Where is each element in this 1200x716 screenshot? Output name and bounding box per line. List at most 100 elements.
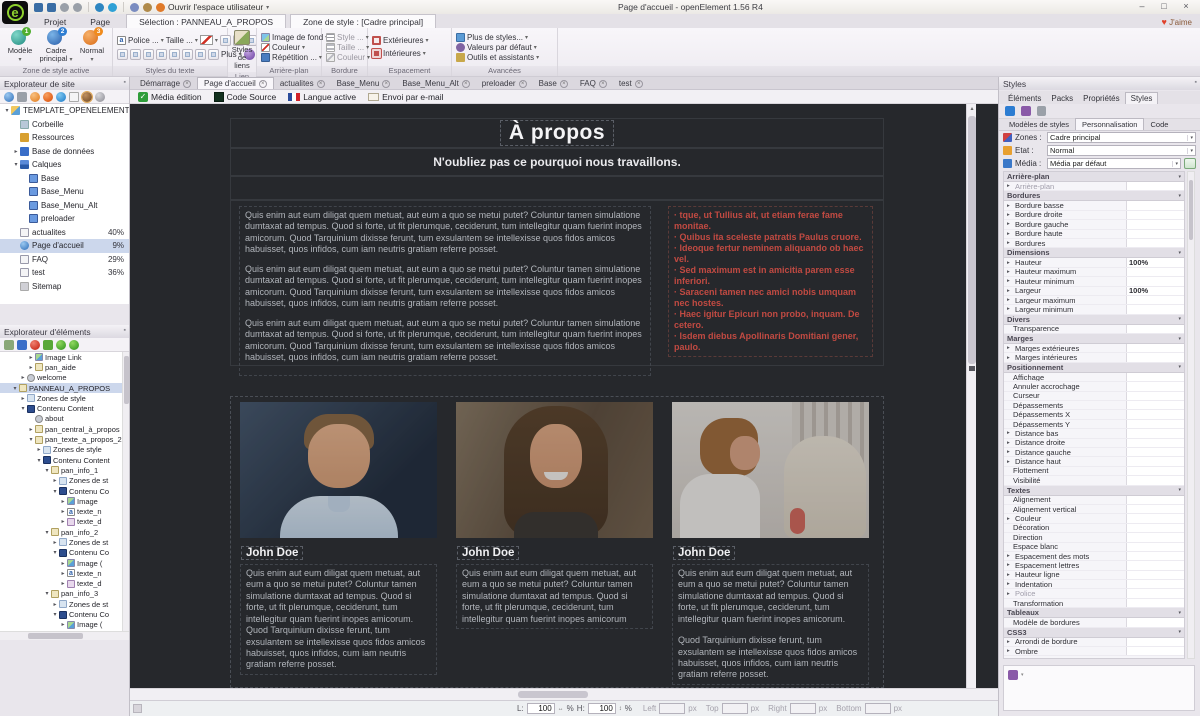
style-prop-value[interactable] xyxy=(1126,410,1184,418)
close-tab-icon[interactable]: × xyxy=(259,80,267,88)
style-prop-bordure-droite[interactable]: ▸Bordure droite xyxy=(1004,211,1184,220)
style-prop-largeur-maximum[interactable]: ▸Largeur maximum xyxy=(1004,296,1184,305)
style-prop-value[interactable] xyxy=(1126,476,1184,484)
about-bullet-list[interactable]: tque, ut Tullius ait, ut etiam ferae fam… xyxy=(668,206,873,357)
style-group-marges[interactable]: Marges▾ xyxy=(1004,334,1184,344)
team-description[interactable]: Quis enim aut eum diligat quem metuat, a… xyxy=(456,564,653,629)
expand-icon[interactable]: ▸ xyxy=(1007,553,1013,559)
style-prop-value[interactable] xyxy=(1126,353,1184,361)
style-prop-value[interactable] xyxy=(1126,296,1184,304)
expand-icon[interactable]: ▸ xyxy=(1007,648,1013,654)
collapse-icon[interactable]: ▾ xyxy=(1178,193,1181,199)
style-prop-value[interactable] xyxy=(1126,439,1184,447)
tree-item-panneau-a-propos[interactable]: ▾PANNEAU_A_PROPOS xyxy=(0,383,129,393)
collapse-icon[interactable]: ▾ xyxy=(1178,610,1181,616)
expand-icon[interactable]: ▸ xyxy=(1007,203,1013,209)
width-spinner[interactable]: ↔ xyxy=(558,706,564,712)
expand-icon[interactable]: ▸ xyxy=(1007,581,1013,587)
style-group-css3[interactable]: CSS3▾ xyxy=(1004,628,1184,638)
save-all-icon[interactable] xyxy=(47,3,56,12)
style-prop-espacement-lettres[interactable]: ▸Espacement lettres xyxy=(1004,561,1184,570)
tree-item-image[interactable]: ▸Image xyxy=(0,496,129,506)
left-input[interactable] xyxy=(659,703,685,714)
orange-icon[interactable] xyxy=(30,92,40,102)
text-style-preset-button[interactable] xyxy=(117,49,128,60)
expand-icon[interactable]: ▸ xyxy=(1007,591,1013,597)
style-prop-hauteur-minimum[interactable]: ▸Hauteur minimum xyxy=(1004,277,1184,286)
expand-icon[interactable]: ▸ xyxy=(19,395,27,402)
save-icon[interactable] xyxy=(1005,106,1015,116)
style-prop-value[interactable] xyxy=(1126,543,1184,551)
tree-item-zones-de-style[interactable]: ▸Zones de style xyxy=(0,393,129,403)
ie-icon[interactable] xyxy=(56,92,66,102)
close-tab-icon[interactable]: × xyxy=(599,80,607,88)
collapse-icon[interactable]: ▾ xyxy=(27,436,35,443)
style-prop-d-passements-y[interactable]: Dépassements Y xyxy=(1004,420,1184,429)
canvas-hscrollbar[interactable] xyxy=(130,688,998,700)
tree-item-contenu-co[interactable]: ▾Contenu Co xyxy=(0,486,129,496)
expand-icon[interactable]: ▸ xyxy=(19,374,27,381)
style-prop-indentation[interactable]: ▸Indentation xyxy=(1004,580,1184,589)
style-prop-value[interactable] xyxy=(1126,496,1184,504)
envoi-par-e-mail-button[interactable]: Envoi par e-mail xyxy=(368,92,443,102)
style-prop-marges-ext-rieures[interactable]: ▸Marges extérieures xyxy=(1004,344,1184,353)
menu-tab-projet[interactable]: Projet xyxy=(32,15,78,28)
style-prop-value[interactable] xyxy=(1126,239,1184,247)
expand-icon[interactable]: ▸ xyxy=(51,539,59,546)
preview-icon[interactable] xyxy=(108,3,117,12)
expand-icon[interactable]: ▸ xyxy=(1007,269,1013,275)
expand-icon[interactable]: ▸ xyxy=(1007,449,1013,455)
int-rieures-button[interactable]: Intérieures▾ xyxy=(371,49,429,58)
collapse-icon[interactable]: ▾ xyxy=(43,590,51,597)
style-prop-alignement[interactable]: Alignement xyxy=(1004,496,1184,505)
tab-l-ments[interactable]: Éléments xyxy=(1003,93,1046,104)
expand-icon[interactable]: ▸ xyxy=(1007,355,1013,361)
style-prop-value[interactable] xyxy=(1126,429,1184,437)
style-prop-value[interactable] xyxy=(1126,230,1184,238)
pin-icon[interactable]: ▪ xyxy=(124,79,126,86)
expand-icon[interactable]: ▸ xyxy=(1007,288,1013,294)
close-tab-icon[interactable]: × xyxy=(317,80,325,88)
collapse-icon[interactable]: ▾ xyxy=(51,611,59,618)
tree-item-pan-info-3[interactable]: ▾pan_info_3 xyxy=(0,589,129,599)
tree-item-zones-de-style[interactable]: ▸Zones de style xyxy=(0,445,129,455)
style-prop-value[interactable] xyxy=(1126,561,1184,569)
collapse-icon[interactable]: ▾ xyxy=(1178,364,1181,370)
collapse-icon[interactable]: ▾ xyxy=(1178,250,1181,256)
outils-et-assistants-button[interactable]: Outils et assistants▾ xyxy=(455,53,540,62)
expand-icon[interactable]: ▸ xyxy=(59,560,67,567)
expand-icon[interactable]: ▸ xyxy=(51,477,59,484)
maximize-button[interactable]: □ xyxy=(1153,0,1175,13)
width-input[interactable]: 100 xyxy=(527,703,555,714)
tree-item-zones-de-st[interactable]: ▸Zones de st xyxy=(0,599,129,609)
team-name[interactable]: John Doe xyxy=(241,546,303,560)
run2-icon[interactable] xyxy=(69,340,79,350)
expand-icon[interactable]: ▸ xyxy=(1007,297,1013,303)
collapse-icon[interactable]: ▾ xyxy=(35,457,43,464)
tree-item-contenu-content[interactable]: ▾Contenu Content xyxy=(0,455,129,465)
collapse-icon[interactable]: ▾ xyxy=(12,161,20,168)
style-prop-value[interactable] xyxy=(1126,420,1184,428)
style-prop-flottement[interactable]: Flottement xyxy=(1004,467,1184,476)
tree-item-contenu-co[interactable]: ▾Contenu Co xyxy=(0,609,129,619)
zones-select[interactable]: Cadre principal▾ xyxy=(1047,132,1196,143)
menu-tab-s-lection-panneau-a-propos[interactable]: Sélection : PANNEAU_A_PROPOS xyxy=(126,14,286,28)
edit-media-button[interactable] xyxy=(1184,158,1196,169)
tree-item-page-d-accueil[interactable]: Page d'accueil9% xyxy=(0,239,129,253)
style-prop-transformation[interactable]: Transformation xyxy=(1004,599,1184,608)
style-prop-hauteur[interactable]: ▸Hauteur100% xyxy=(1004,258,1184,267)
minimize-button[interactable]: – xyxy=(1131,0,1153,13)
tree-item-contenu-co[interactable]: ▾Contenu Co xyxy=(0,548,129,558)
team-photo[interactable] xyxy=(672,402,869,538)
brush-icon[interactable] xyxy=(1008,670,1018,680)
ext-rieures-button[interactable]: Extérieures▾ xyxy=(371,36,429,45)
style-prop-value[interactable] xyxy=(1126,589,1184,597)
plus-de-styles-button[interactable]: Plus de styles...▾ xyxy=(455,33,540,42)
tree-item-actualites[interactable]: actualites40% xyxy=(0,226,129,240)
close-tab-icon[interactable]: × xyxy=(183,80,191,88)
sync-icon[interactable] xyxy=(95,3,104,12)
right-input[interactable] xyxy=(790,703,816,714)
collapse-icon[interactable]: ▾ xyxy=(1178,316,1181,322)
expand-icon[interactable]: ▸ xyxy=(59,518,67,525)
style-prop-value[interactable] xyxy=(1126,505,1184,513)
